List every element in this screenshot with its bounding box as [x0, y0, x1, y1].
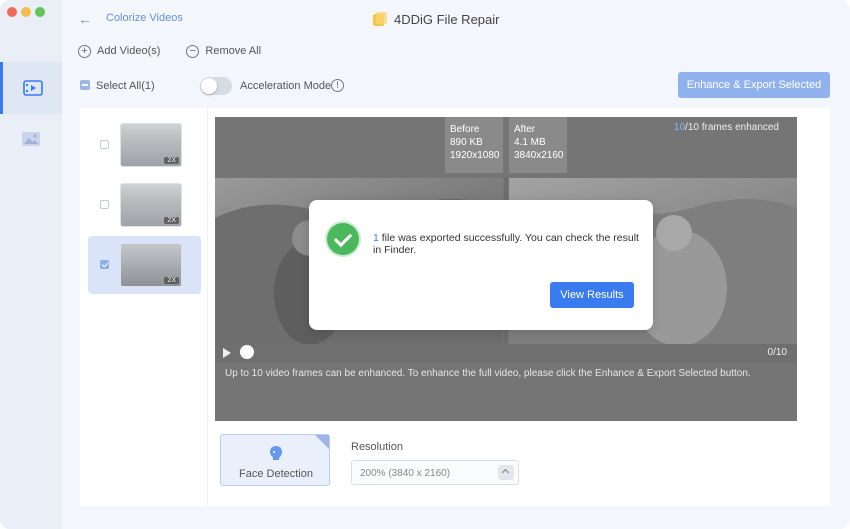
video-enhance-icon	[22, 80, 43, 96]
minimize-window-button[interactable]	[21, 7, 31, 17]
minus-icon: −	[186, 44, 200, 58]
title-bar: ← Colorize Videos 4DDiG File Repair	[62, 0, 850, 36]
zoom-window-button[interactable]	[35, 7, 45, 17]
select-all-checkbox[interactable]	[80, 80, 90, 90]
remove-all-button[interactable]: − Remove All	[186, 40, 261, 62]
remove-all-label: Remove All	[205, 45, 262, 57]
before-size: 890 KB	[450, 137, 483, 148]
arrow-left-icon[interactable]: ←	[78, 11, 92, 27]
face-detection-option[interactable]: Face Detection	[220, 434, 330, 486]
selected-corner-icon	[315, 435, 329, 449]
frames-enhanced-count: 10	[673, 122, 686, 133]
video-thumbnail: 2X	[120, 183, 182, 227]
after-label: After	[514, 124, 536, 135]
frame-counter: 0/10	[767, 347, 787, 358]
scale-badge: 2X	[164, 277, 179, 284]
app-title: 4DDiG File Repair	[372, 11, 499, 27]
selection-bar: Select All(1) Acceleration Mode ! Enhanc…	[80, 72, 830, 98]
rail-item-video[interactable]	[0, 62, 62, 114]
image-icon	[22, 132, 40, 146]
list-item[interactable]: 2X	[88, 236, 201, 294]
export-success-dialog: 1 file was exported successfully. You ca…	[309, 200, 653, 330]
toolbar: + Add Video(s) − Remove All	[78, 40, 261, 62]
app-title-text: 4DDiG File Repair	[394, 11, 500, 27]
before-resolution: 1920x1080	[450, 150, 500, 161]
toggle-knob	[201, 78, 217, 94]
video-checkbox[interactable]	[100, 260, 109, 269]
after-info: After 4.1 MB 3840x2160	[509, 117, 567, 173]
page-title: Colorize Videos	[106, 12, 183, 24]
face-detection-icon	[270, 446, 282, 460]
chevron-up-icon[interactable]	[498, 465, 514, 480]
play-icon[interactable]	[223, 348, 231, 358]
acceleration-toggle[interactable]	[200, 77, 232, 95]
enhance-export-button[interactable]: Enhance & Export Selected	[678, 72, 830, 98]
resolution-label: Resolution	[351, 441, 403, 453]
enhance-hint: Up to 10 video frames can be enhanced. T…	[225, 368, 751, 379]
resolution-select[interactable]: 200% (3840 x 2160)	[351, 460, 519, 485]
app-window: ← Colorize Videos 4DDiG File Repair + Ad…	[0, 0, 850, 529]
list-item[interactable]: 2X	[88, 176, 201, 234]
acceleration-label: Acceleration Mode	[240, 80, 332, 92]
scale-badge: 2X	[164, 157, 179, 164]
face-detection-label: Face Detection	[239, 468, 313, 480]
side-rail	[0, 0, 62, 529]
close-window-button[interactable]	[7, 7, 17, 17]
playback-controls: 0/10	[215, 344, 797, 362]
list-item[interactable]: 2X	[88, 116, 201, 174]
add-videos-button[interactable]: + Add Video(s)	[78, 40, 160, 62]
after-resolution: 3840x2160	[514, 150, 564, 161]
select-all-label[interactable]: Select All(1)	[96, 80, 155, 92]
scale-badge: 2X	[164, 217, 179, 224]
before-label: Before	[450, 124, 480, 135]
dialog-message: 1 file was exported successfully. You ca…	[373, 232, 645, 256]
success-check-icon	[327, 223, 359, 255]
plus-icon: +	[78, 44, 91, 58]
before-info: Before 890 KB 1920x1080	[445, 117, 503, 173]
add-videos-label: Add Video(s)	[97, 45, 161, 57]
info-icon[interactable]: !	[331, 79, 344, 92]
video-thumbnail: 2X	[120, 243, 182, 287]
view-results-button[interactable]: View Results	[550, 282, 634, 308]
after-size: 4.1 MB	[514, 137, 546, 148]
video-thumbnail: 2X	[120, 123, 182, 167]
rail-item-image[interactable]	[0, 113, 62, 165]
frames-enhanced-suffix: /10 frames enhanced	[685, 122, 779, 133]
seek-slider[interactable]	[240, 345, 254, 359]
video-checkbox[interactable]	[100, 200, 109, 209]
video-checkbox[interactable]	[100, 140, 109, 149]
resolution-value: 200% (3840 x 2160)	[360, 468, 451, 479]
video-list: 2X 2X 2X	[80, 108, 208, 506]
frames-enhanced-label: 10/10 frames enhanced	[674, 122, 779, 133]
app-logo-icon	[373, 12, 387, 26]
dialog-message-text: file was exported successfully. You can …	[373, 232, 639, 256]
